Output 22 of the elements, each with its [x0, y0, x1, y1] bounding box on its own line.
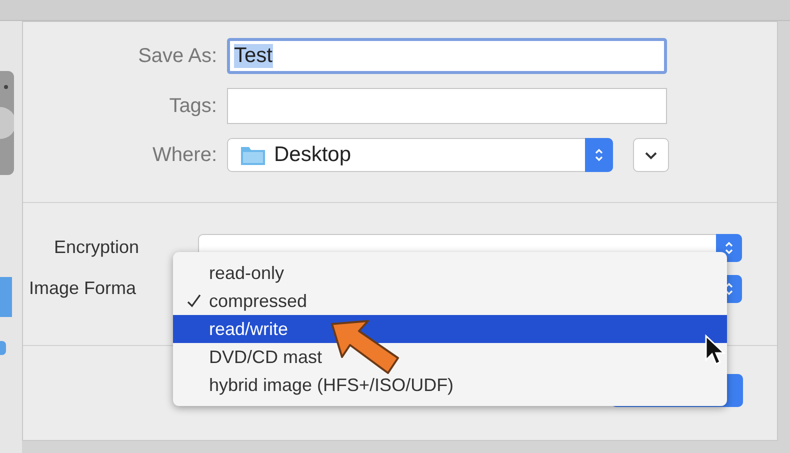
folder-icon — [240, 144, 266, 166]
location-popup[interactable]: Desktop — [227, 138, 613, 172]
selection-highlight — [0, 277, 12, 317]
stepper-icon — [594, 147, 604, 163]
option-label: Encryption — [54, 237, 140, 258]
text-field[interactable]: Test — [227, 38, 667, 74]
chevron-down-icon — [644, 150, 658, 160]
menu-item[interactable]: hybrid image (HFS+/ISO/UDF) — [209, 374, 454, 396]
stepper-icon — [724, 240, 734, 256]
field-label: Where: — [152, 144, 217, 166]
expand-button[interactable] — [633, 138, 669, 172]
arrow-icon — [328, 318, 402, 376]
option-label: Image Forma — [29, 278, 138, 299]
field-label: Tags: — [168, 94, 217, 118]
field-label: Save As: — [137, 44, 217, 68]
checkmark-icon — [187, 294, 201, 308]
selection-highlight — [0, 341, 6, 355]
menu-item[interactable]: read-only — [209, 262, 284, 284]
menu-item[interactable]: DVD/CD mast — [209, 346, 322, 368]
menu-item[interactable]: compressed — [209, 290, 308, 312]
menu-item[interactable]: read/write — [209, 318, 288, 340]
text-field[interactable] — [227, 88, 667, 124]
